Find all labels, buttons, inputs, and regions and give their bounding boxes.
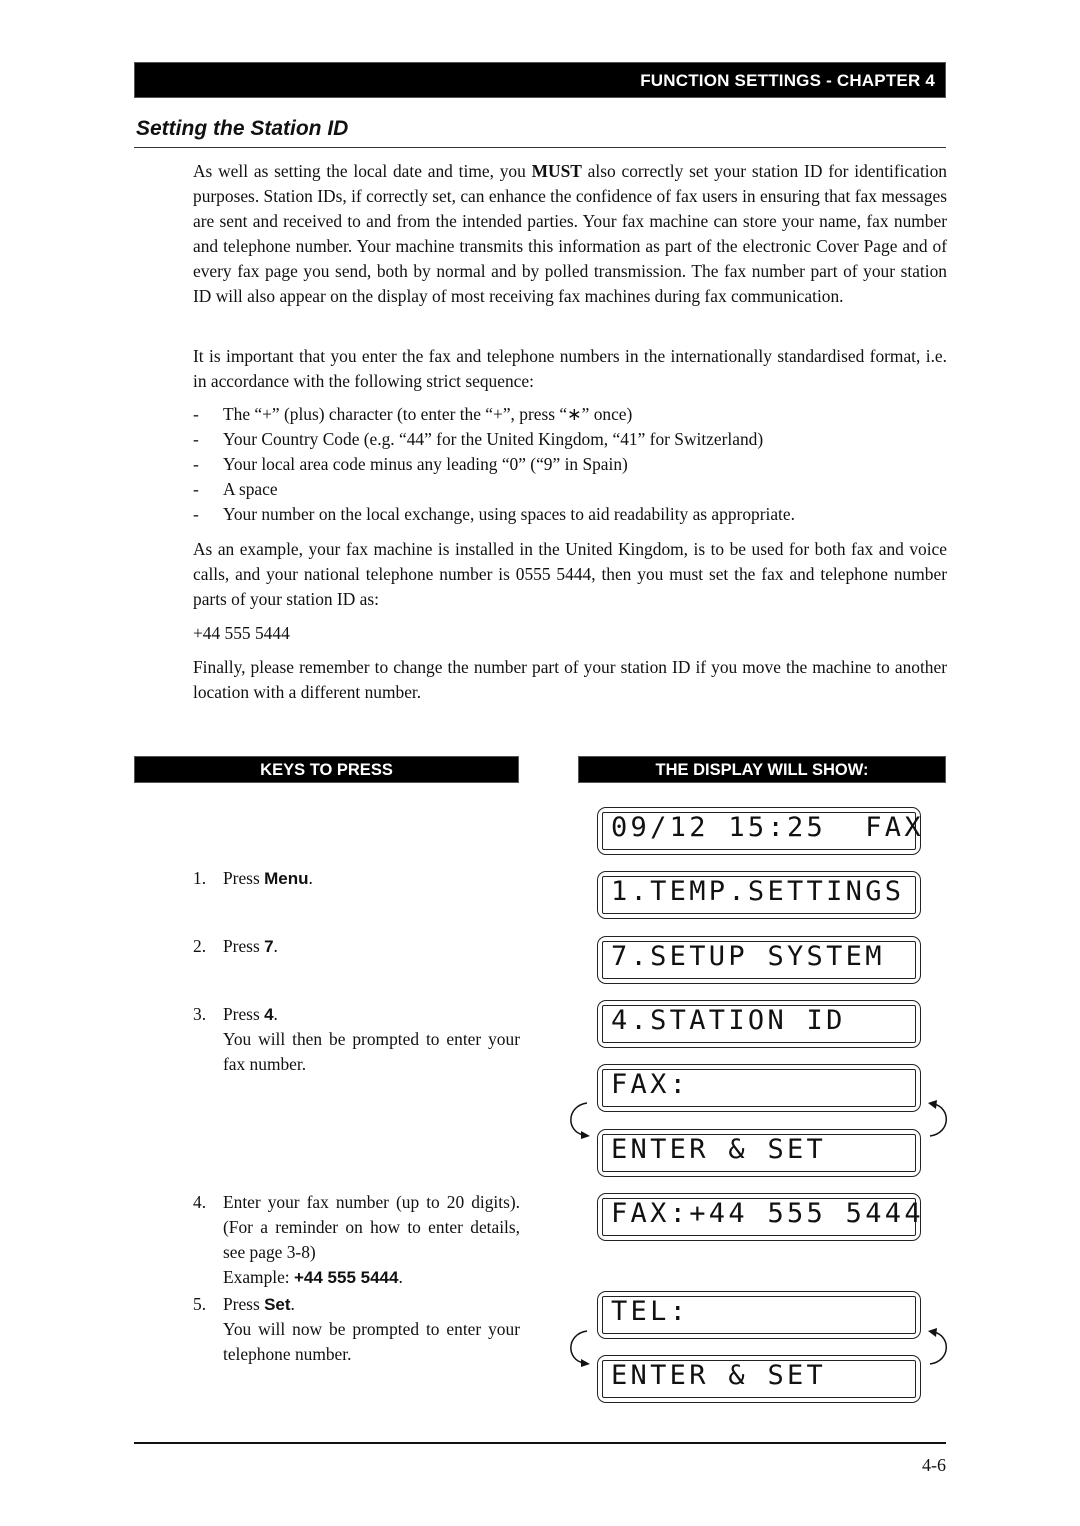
p1-text-end: also correctly set your station ID for i… bbox=[193, 161, 947, 306]
step-note: You will now be prompted to enter your t… bbox=[223, 1319, 520, 1364]
lcd-text: 4.STATION ID bbox=[611, 1005, 846, 1036]
step-2: 2. Press 7. bbox=[193, 934, 520, 959]
section-title: Setting the Station ID bbox=[136, 117, 349, 140]
sequence-item-text: Your local area code minus any leading “… bbox=[223, 454, 628, 474]
chapter-header-bar: FUNCTION SETTINGS - CHAPTER 4 bbox=[134, 62, 946, 98]
cycle-arrow-down-icon bbox=[570, 1330, 590, 1367]
step-text: Press bbox=[223, 1004, 265, 1024]
step-number: 2. bbox=[193, 936, 207, 956]
sequence-item-text: Your number on the local exchange, using… bbox=[223, 504, 795, 524]
menu-key-label: Menu bbox=[264, 869, 309, 888]
lcd-display-date-time: 09/12 15:25 FAX bbox=[597, 807, 921, 855]
footer-divider bbox=[134, 1442, 946, 1444]
step-text: Press bbox=[223, 868, 265, 888]
keys-to-press-header: KEYS TO PRESS bbox=[134, 756, 519, 783]
must-emphasis: MUST bbox=[531, 161, 582, 181]
bullet-dash: - bbox=[193, 404, 199, 424]
bullet-dash: - bbox=[193, 429, 199, 449]
step-number: 3. bbox=[193, 1004, 207, 1024]
bullet-dash: - bbox=[193, 504, 199, 524]
lcd-text: FAX: bbox=[611, 1069, 690, 1100]
p1-text-start: As well as setting the local date and ti… bbox=[193, 161, 532, 181]
step-text: Press bbox=[223, 936, 265, 956]
step-punct: . bbox=[398, 1267, 403, 1287]
lcd-display-enter-set: ENTER & SET bbox=[597, 1129, 921, 1177]
lcd-display-setup-system: 7.SETUP SYSTEM bbox=[597, 936, 921, 984]
step-4: 4. Enter your fax number (up to 20 digit… bbox=[193, 1190, 520, 1290]
example-paragraph: As an example, your fax machine is insta… bbox=[193, 539, 947, 609]
step-text: Press bbox=[223, 1294, 265, 1314]
lcd-text: ENTER & SET bbox=[611, 1134, 827, 1165]
lcd-text: FAX:+44 555 5444 bbox=[611, 1198, 924, 1229]
display-will-show-header: THE DISPLAY WILL SHOW: bbox=[578, 756, 946, 783]
step-3: 3. Press 4. You will then be prompted to … bbox=[193, 1002, 520, 1077]
step-number: 1. bbox=[193, 868, 207, 888]
lcd-display-fax-number: FAX:+44 555 5444 bbox=[597, 1193, 921, 1241]
step-punct: . bbox=[290, 1294, 295, 1314]
sequence-item-text: A space bbox=[223, 479, 278, 499]
closing-paragraph: Finally, please remember to change the n… bbox=[193, 657, 947, 702]
lcd-text: ENTER & SET bbox=[611, 1360, 827, 1391]
lcd-text: 09/12 15:25 FAX bbox=[611, 812, 924, 843]
step-punct: . bbox=[273, 1004, 278, 1024]
title-divider bbox=[134, 147, 946, 148]
step-punct: . bbox=[308, 868, 313, 888]
step-punct: . bbox=[273, 936, 278, 956]
lcd-display-station-id: 4.STATION ID bbox=[597, 1000, 921, 1048]
intro-paragraph-1: As well as setting the local date and ti… bbox=[193, 159, 947, 309]
bullet-dash: - bbox=[193, 479, 199, 499]
page-number: 4-6 bbox=[922, 1455, 946, 1475]
step-note: You will then be prompted to enter your … bbox=[223, 1029, 520, 1074]
lcd-display-tel-prompt: TEL: bbox=[597, 1291, 921, 1339]
step-text: Enter your fax number (up to 20 digits).… bbox=[223, 1192, 520, 1262]
example-number: +44 555 5444 bbox=[193, 623, 290, 643]
bullet-dash: - bbox=[193, 454, 199, 474]
example-label: Example: bbox=[223, 1267, 294, 1287]
cycle-arrow-up-icon bbox=[928, 1328, 947, 1365]
lcd-text: 1.TEMP.SETTINGS bbox=[611, 876, 905, 907]
step-5: 5. Press Set. You will now be prompted to… bbox=[193, 1292, 520, 1367]
intro-paragraph-2: It is important that you enter the fax a… bbox=[193, 346, 947, 391]
lcd-display-temp-settings: 1.TEMP.SETTINGS bbox=[597, 871, 921, 919]
chapter-label: FUNCTION SETTINGS - CHAPTER 4 bbox=[640, 71, 935, 90]
lcd-text: TEL: bbox=[611, 1296, 690, 1327]
cycle-arrow-down-icon bbox=[570, 1102, 590, 1139]
set-key-label: Set bbox=[264, 1295, 291, 1314]
lcd-text: 7.SETUP SYSTEM bbox=[611, 941, 885, 972]
key-7-label: 7 bbox=[264, 937, 274, 956]
cycle-arrow-up-icon bbox=[928, 1100, 947, 1137]
sequence-item-text: Your Country Code (e.g. “44” for the Uni… bbox=[223, 429, 764, 449]
step-1: 1. Press Menu. bbox=[193, 866, 520, 891]
lcd-display-enter-set-tel: ENTER & SET bbox=[597, 1355, 921, 1403]
step-number: 4. bbox=[193, 1192, 207, 1212]
example-value: +44 555 5444 bbox=[294, 1268, 399, 1287]
sequence-item-text: The “+” (plus) character (to enter the “… bbox=[223, 404, 633, 424]
key-4-label: 4 bbox=[264, 1005, 274, 1024]
step-number: 5. bbox=[193, 1294, 207, 1314]
lcd-display-fax-prompt: FAX: bbox=[597, 1064, 921, 1112]
